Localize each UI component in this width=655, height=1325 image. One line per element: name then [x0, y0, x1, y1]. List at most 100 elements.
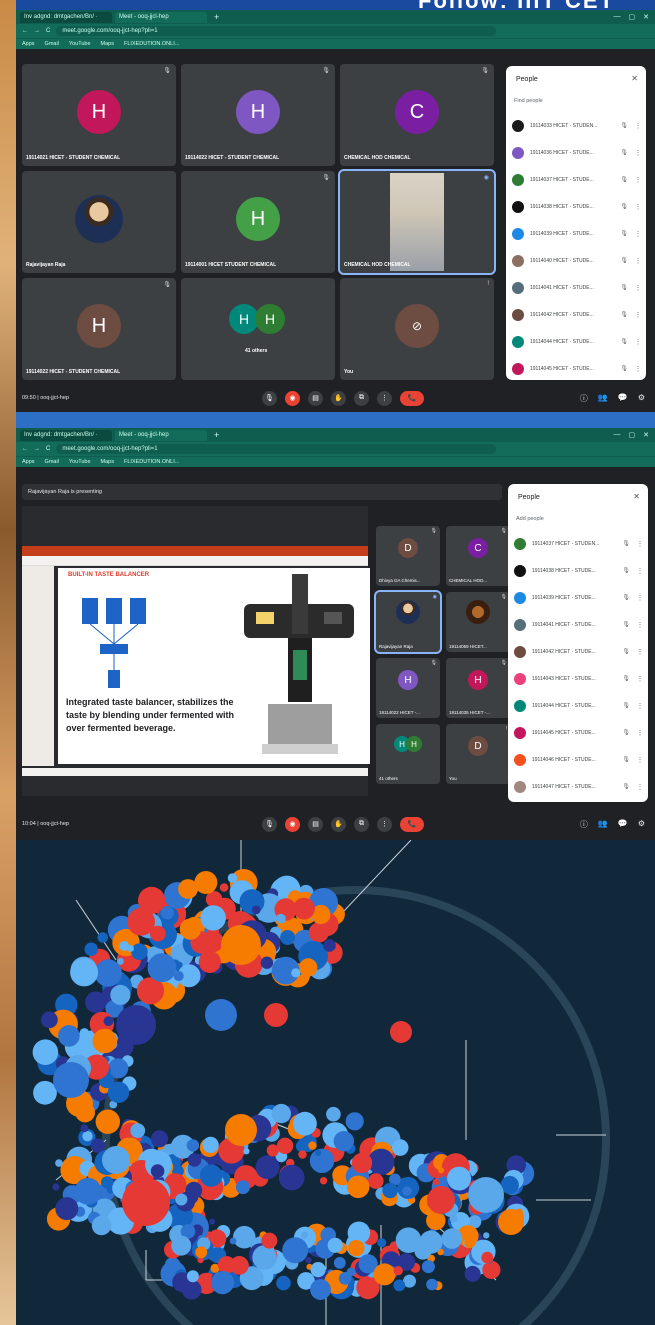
- bookmark-item[interactable]: YouTube: [69, 41, 91, 47]
- browser-tab[interactable]: Inv adgnd: dmtgachen/Bn/ ·: [20, 11, 112, 23]
- mic-off-icon[interactable]: 🎙: [622, 540, 630, 547]
- minimize-icon[interactable]: —: [614, 431, 621, 439]
- more-options-icon[interactable]: ⋮: [634, 338, 642, 346]
- bookmark-item[interactable]: Apps: [22, 459, 35, 465]
- mic-off-icon[interactable]: 🎙: [622, 729, 630, 736]
- info-icon[interactable]: ⓘ: [580, 819, 588, 830]
- more-options-icon[interactable]: ⋮: [634, 311, 642, 319]
- mic-button[interactable]: 🎙: [262, 390, 277, 406]
- camera-button[interactable]: ◉: [285, 816, 300, 832]
- maximize-icon[interactable]: ▢: [629, 431, 636, 439]
- participant-tile[interactable]: H 🎙 19114021 HICET - STUDENT CHEMICAL: [22, 64, 176, 166]
- close-icon[interactable]: ✕: [633, 492, 640, 501]
- mic-off-icon[interactable]: 🎙: [622, 783, 630, 790]
- reload-icon[interactable]: C: [46, 28, 50, 34]
- more-options-icon[interactable]: ⋮: [634, 257, 642, 265]
- bookmark-item[interactable]: Maps: [101, 459, 114, 465]
- close-icon[interactable]: ✕: [643, 13, 649, 21]
- people-list-item[interactable]: 19114038 HICET - STUDE... 🎙 ⋮: [514, 557, 644, 584]
- participant-tile[interactable]: D 🎙 Dhivya GA Chemis...: [376, 526, 440, 586]
- participant-tile[interactable]: H 🎙 19114035 HICET -...: [446, 658, 510, 718]
- people-list-item[interactable]: 19114045 HICET - STUDE... 🎙 ⋮: [514, 719, 644, 746]
- close-icon[interactable]: ✕: [631, 74, 638, 83]
- people-list-item[interactable]: 19114042 HICET - STUDE... 🎙 ⋮: [514, 638, 644, 665]
- mic-off-icon[interactable]: 🎙: [620, 311, 628, 318]
- end-call-button[interactable]: 📞: [400, 390, 424, 406]
- participant-tile[interactable]: H 🎙 19114001 HICET STUDENT CHEMICAL: [181, 171, 335, 273]
- presentation-area[interactable]: BUILT-IN TASTE BALANCER Integrated taste…: [22, 506, 370, 796]
- mic-off-icon[interactable]: 🎙: [622, 594, 630, 601]
- more-options-icon[interactable]: ⋮: [634, 230, 642, 238]
- people-list-item[interactable]: 19114033 HICET - STUDEN... 🎙 ⋮: [512, 112, 642, 139]
- camera-button[interactable]: ◉: [285, 390, 300, 406]
- new-tab-icon[interactable]: +: [214, 430, 219, 440]
- people-list-item[interactable]: 19114044 HICET - STUDE... 🎙 ⋮: [514, 692, 644, 719]
- more-options-icon[interactable]: ⋮: [634, 203, 642, 211]
- mic-off-icon[interactable]: 🎙: [620, 230, 628, 237]
- mic-off-icon[interactable]: 🎙: [620, 257, 628, 264]
- participant-tile[interactable]: H 🎙 19114022 HICET - STUDENT CHEMICAL: [22, 278, 176, 380]
- bookmark-item[interactable]: YouTube: [69, 459, 91, 465]
- forward-icon[interactable]: →: [34, 446, 40, 452]
- participant-tile[interactable]: 🎙 19114059 HICET...: [446, 592, 510, 652]
- people-list-item[interactable]: 19114041 HICET - STUDE... 🎙 ⋮: [514, 611, 644, 638]
- participant-tile[interactable]: C 🎙 CHEMICAL HOD...: [446, 526, 510, 586]
- people-list-item[interactable]: 19114038 HICET - STUDE... 🎙 ⋮: [512, 193, 642, 220]
- people-list-item[interactable]: 19114044 HICET - STUDE... 🎙 ⋮: [512, 328, 642, 355]
- self-tile[interactable]: ⊘ ! You: [340, 278, 494, 380]
- people-list-item[interactable]: 19114037 HICET - STUDE... 🎙 ⋮: [512, 166, 642, 193]
- more-options-button[interactable]: ⋮: [377, 390, 392, 406]
- mic-off-icon[interactable]: 🎙: [622, 648, 630, 655]
- more-options-icon[interactable]: ⋮: [636, 567, 644, 575]
- mic-off-icon[interactable]: 🎙: [622, 675, 630, 682]
- more-options-icon[interactable]: ⋮: [634, 122, 642, 130]
- more-options-icon[interactable]: ⋮: [634, 176, 642, 184]
- more-options-icon[interactable]: ⋮: [636, 756, 644, 764]
- people-list-item[interactable]: 19114039 HICET - STUDE... 🎙 ⋮: [514, 584, 644, 611]
- find-people-input[interactable]: Find people: [514, 98, 543, 104]
- raise-hand-button[interactable]: ✋: [331, 816, 346, 832]
- people-list-item[interactable]: 19114047 HICET - STUDE... 🎙 ⋮: [514, 773, 644, 800]
- people-list-item[interactable]: 19114042 HICET - STUDE... 🎙 ⋮: [512, 301, 642, 328]
- more-options-icon[interactable]: ⋮: [636, 675, 644, 683]
- minimize-icon[interactable]: —: [614, 13, 621, 21]
- close-icon[interactable]: ✕: [643, 431, 649, 439]
- more-options-icon[interactable]: ⋮: [636, 594, 644, 602]
- browser-tab[interactable]: Inv adgnd: dmtgachen/Bn/ ·: [20, 429, 112, 441]
- mic-off-icon[interactable]: 🎙: [622, 621, 630, 628]
- participant-tile[interactable]: Rajavijayan Raja: [22, 171, 176, 273]
- bookmark-item[interactable]: Maps: [101, 41, 114, 47]
- mic-off-icon[interactable]: 🎙: [622, 756, 630, 763]
- maximize-icon[interactable]: ▢: [629, 13, 636, 21]
- present-button[interactable]: ⧉: [354, 816, 369, 832]
- others-tile[interactable]: H H 41 others: [376, 724, 440, 784]
- people-list-item[interactable]: 19114036 HICET - STUDE... 🎙 ⋮: [512, 139, 642, 166]
- browser-tab-meet[interactable]: Meet - ooq-jjcl-hep: [115, 429, 207, 441]
- mic-off-icon[interactable]: 🎙: [620, 365, 628, 372]
- forward-icon[interactable]: →: [34, 28, 40, 34]
- mic-off-icon[interactable]: 🎙: [622, 702, 630, 709]
- more-options-icon[interactable]: ⋮: [636, 783, 644, 791]
- bookmark-item[interactable]: Apps: [22, 41, 35, 47]
- raise-hand-button[interactable]: ✋: [331, 390, 346, 406]
- people-list-item[interactable]: 19114040 HICET - STUDE... 🎙 ⋮: [512, 247, 642, 274]
- people-list-item[interactable]: 19114046 HICET - STUDE... 🎙 ⋮: [514, 746, 644, 773]
- people-icon[interactable]: 👥: [598, 393, 608, 404]
- more-options-icon[interactable]: ⋮: [634, 284, 642, 292]
- self-tile[interactable]: D ! You: [446, 724, 510, 784]
- more-options-icon[interactable]: ⋮: [636, 648, 644, 656]
- url-field[interactable]: meet.google.com/ooq-jjct-hep?pli=1: [56, 26, 497, 36]
- activities-icon[interactable]: ⚙: [638, 393, 645, 404]
- back-icon[interactable]: ←: [22, 28, 28, 34]
- reload-icon[interactable]: C: [46, 446, 50, 452]
- mic-button[interactable]: 🎙: [262, 816, 277, 832]
- others-tile[interactable]: H H 41 others: [181, 278, 335, 380]
- mic-off-icon[interactable]: 🎙: [620, 284, 628, 291]
- more-options-icon[interactable]: ⋮: [636, 540, 644, 548]
- browser-tab-meet[interactable]: Meet - ooq-jjcl-hep: [115, 11, 207, 23]
- info-icon[interactable]: ⓘ: [580, 393, 588, 404]
- mic-off-icon[interactable]: 🎙: [622, 567, 630, 574]
- new-tab-icon[interactable]: +: [214, 12, 219, 22]
- end-call-button[interactable]: 📞: [400, 816, 424, 832]
- mic-off-icon[interactable]: 🎙: [620, 176, 628, 183]
